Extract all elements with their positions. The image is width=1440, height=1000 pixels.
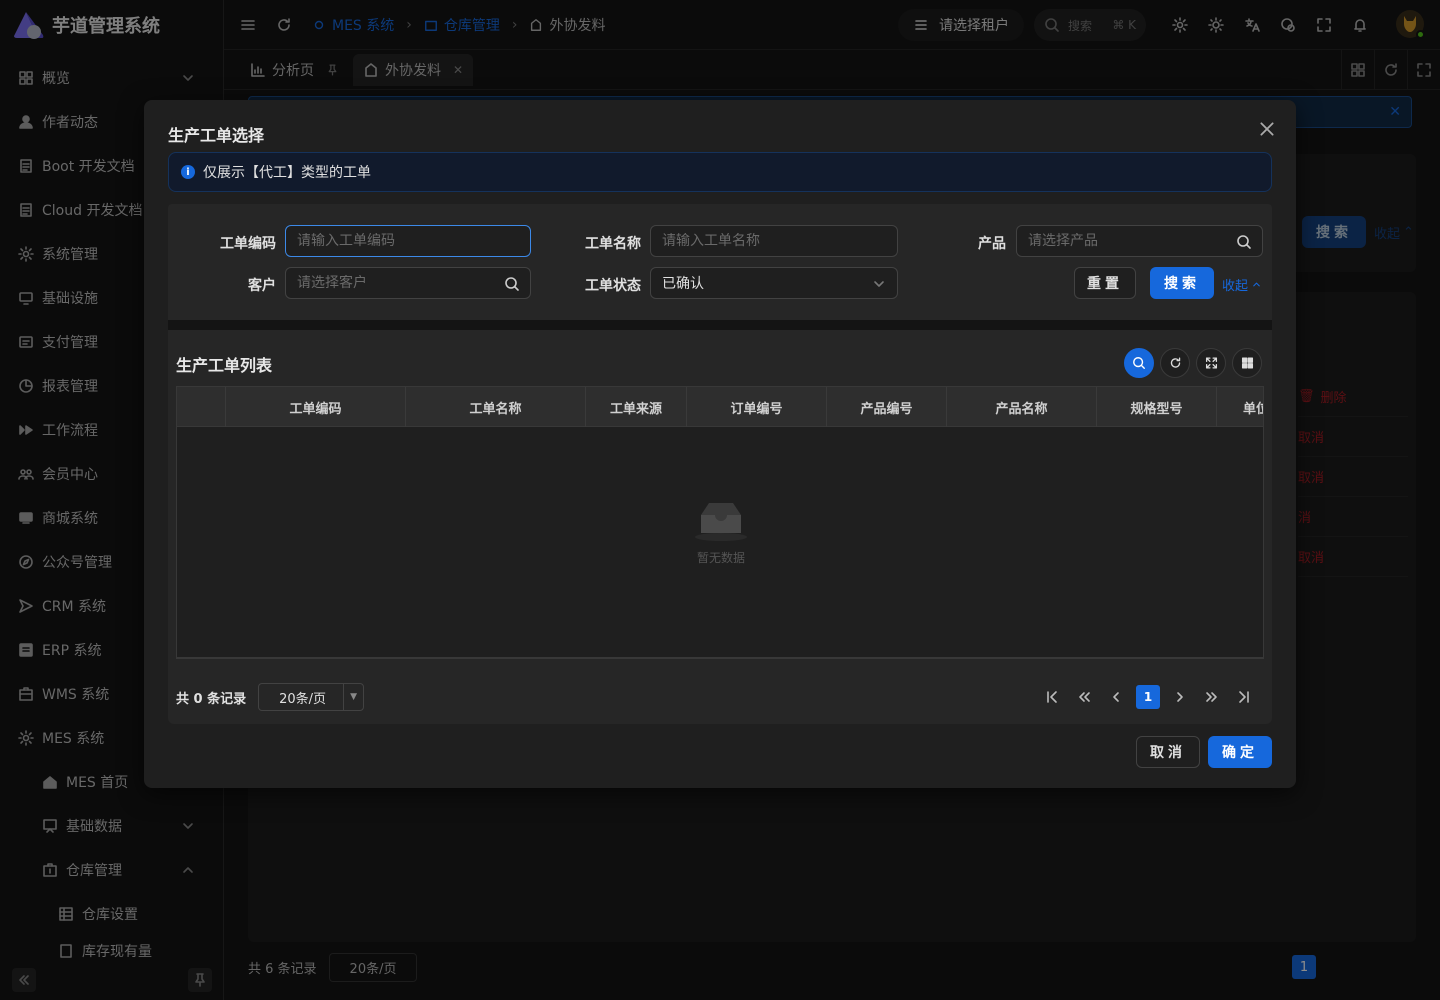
search-icon bbox=[1133, 357, 1145, 369]
column-header[interactable]: 工单来源 bbox=[586, 387, 687, 427]
close-icon bbox=[1260, 122, 1274, 136]
last-page-button[interactable] bbox=[1232, 685, 1256, 709]
next-page-button[interactable] bbox=[1168, 685, 1192, 709]
table-header: 工单编码 工单名称 工单来源 订单编号 产品编号 产品名称 规格型号 单位 bbox=[177, 387, 1263, 427]
first-page-button[interactable] bbox=[1040, 685, 1064, 709]
chevron-down-icon bbox=[874, 281, 884, 287]
info-icon: i bbox=[181, 165, 195, 179]
work-order-table: 工单编码 工单名称 工单来源 订单编号 产品编号 产品名称 规格型号 单位 暂无… bbox=[176, 386, 1264, 658]
table-footer bbox=[176, 658, 1264, 672]
collapse-label: 收起 bbox=[1222, 279, 1249, 294]
first-page-icon bbox=[1047, 691, 1057, 703]
column-header[interactable]: 单位 bbox=[1217, 387, 1263, 427]
next-5-pages-button[interactable] bbox=[1200, 685, 1224, 709]
info-text: 仅展示【代工】类型的工单 bbox=[203, 165, 371, 181]
info-alert: i 仅展示【代工】类型的工单 bbox=[168, 152, 1272, 192]
empty-box-icon bbox=[695, 503, 747, 541]
work-order-list-card: 生产工单列表 工单编码 工单名称 工单来源 订单编号 产品编号 产品名称 规格型… bbox=[168, 330, 1272, 724]
column-header[interactable]: 工单编码 bbox=[226, 387, 406, 427]
search-icon[interactable] bbox=[504, 276, 520, 292]
double-chevron-right-icon bbox=[1206, 692, 1217, 702]
last-page-icon bbox=[1239, 691, 1249, 703]
page-nav: 1 bbox=[1040, 682, 1256, 712]
list-fullscreen-button[interactable] bbox=[1196, 348, 1226, 378]
product-input-field[interactable] bbox=[1028, 233, 1251, 249]
status-select[interactable]: 已确认 bbox=[650, 267, 898, 299]
search-icon[interactable] bbox=[1236, 234, 1252, 250]
code-input-field[interactable] bbox=[297, 233, 519, 249]
chevron-left-icon bbox=[1113, 692, 1119, 702]
column-header[interactable]: 订单编号 bbox=[687, 387, 827, 427]
list-title: 生产工单列表 bbox=[176, 356, 273, 375]
customer-label: 客户 bbox=[248, 278, 276, 294]
empty-text: 暂无数据 bbox=[696, 551, 745, 565]
toggle-search-button[interactable] bbox=[1124, 348, 1154, 378]
column-header[interactable]: 产品编号 bbox=[827, 387, 947, 427]
prev-page-button[interactable] bbox=[1104, 685, 1128, 709]
refresh-icon bbox=[1170, 357, 1180, 368]
column-settings-button[interactable] bbox=[1232, 348, 1262, 378]
confirm-button[interactable]: 确定 bbox=[1208, 736, 1272, 768]
search-form: 工单编码 工单名称 产品 客户 工单状态 已确认 重置 搜索 收起 bbox=[168, 204, 1272, 320]
cancel-button[interactable]: 取消 bbox=[1136, 736, 1200, 768]
close-modal-button[interactable] bbox=[1258, 120, 1276, 138]
code-label: 工单编码 bbox=[220, 236, 276, 252]
customer-input-field[interactable] bbox=[297, 275, 519, 291]
product-select[interactable] bbox=[1016, 225, 1263, 257]
prev-5-pages-button[interactable] bbox=[1072, 685, 1096, 709]
work-order-code-input[interactable] bbox=[285, 225, 531, 257]
radio-column-header bbox=[177, 387, 226, 427]
total-count: 共 0 条记录 bbox=[176, 691, 247, 707]
column-header[interactable]: 产品名称 bbox=[947, 387, 1097, 427]
name-input-field[interactable] bbox=[662, 233, 886, 249]
collapse-link[interactable]: 收起 bbox=[1222, 275, 1262, 294]
section-divider bbox=[168, 320, 1272, 330]
empty-state: 暂无数据 bbox=[177, 499, 1263, 566]
status-value: 已确认 bbox=[662, 276, 704, 292]
column-header[interactable]: 规格型号 bbox=[1097, 387, 1217, 427]
modal-title: 生产工单选择 bbox=[168, 126, 265, 145]
status-label: 工单状态 bbox=[585, 278, 641, 294]
reset-button[interactable]: 重置 bbox=[1074, 267, 1136, 299]
work-order-name-input[interactable] bbox=[650, 225, 898, 257]
column-header[interactable]: 工单名称 bbox=[406, 387, 586, 427]
pagination: 共 0 条记录 20条/页 ▼ 1 bbox=[176, 682, 1264, 712]
product-label: 产品 bbox=[978, 236, 1006, 252]
columns-icon bbox=[1241, 357, 1253, 369]
search-button[interactable]: 搜索 bbox=[1150, 267, 1214, 299]
list-refresh-button[interactable] bbox=[1160, 348, 1190, 378]
work-order-select-modal: 生产工单选择 i 仅展示【代工】类型的工单 工单编码 工单名称 产品 客户 工单… bbox=[144, 100, 1296, 788]
customer-select[interactable] bbox=[285, 267, 531, 299]
list-toolbar bbox=[1124, 348, 1262, 378]
chevron-right-icon bbox=[1177, 692, 1183, 702]
page-size-select[interactable]: 20条/页 ▼ bbox=[258, 683, 365, 711]
chevron-up-icon bbox=[1253, 282, 1260, 287]
name-label: 工单名称 bbox=[585, 236, 641, 252]
page-size-value: 20条/页 bbox=[279, 691, 327, 707]
current-page[interactable]: 1 bbox=[1136, 685, 1160, 709]
double-chevron-left-icon bbox=[1079, 692, 1090, 702]
fullscreen-icon bbox=[1205, 357, 1217, 369]
caret-down-icon: ▼ bbox=[343, 684, 363, 710]
